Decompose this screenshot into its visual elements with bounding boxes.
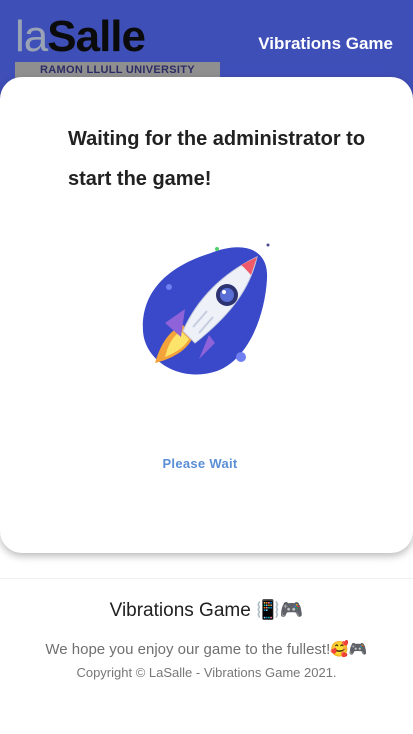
- status-text: Please Wait: [162, 456, 238, 471]
- logo-wordmark: laSalle: [15, 10, 146, 64]
- waiting-card: Waiting for the administrator to start t…: [0, 77, 413, 553]
- footer-message: We hope you enjoy our game to the fulles…: [45, 641, 368, 658]
- app-title: Vibrations Game: [258, 34, 393, 53]
- lasalle-logo: laSalle RAMON LLULL UNIVERSITY: [15, 10, 220, 82]
- waiting-message: Waiting for the administrator to start t…: [68, 128, 366, 190]
- logo-text-la: la: [15, 12, 48, 61]
- rocket-icon: [142, 243, 270, 375]
- copyright-text: Copyright © LaSalle - Vibrations Game 20…: [76, 665, 337, 680]
- logo-text-salle: Salle: [47, 12, 146, 61]
- footer-divider: [0, 578, 413, 579]
- footer-title: Vibrations Game 📳🎮: [109, 600, 304, 621]
